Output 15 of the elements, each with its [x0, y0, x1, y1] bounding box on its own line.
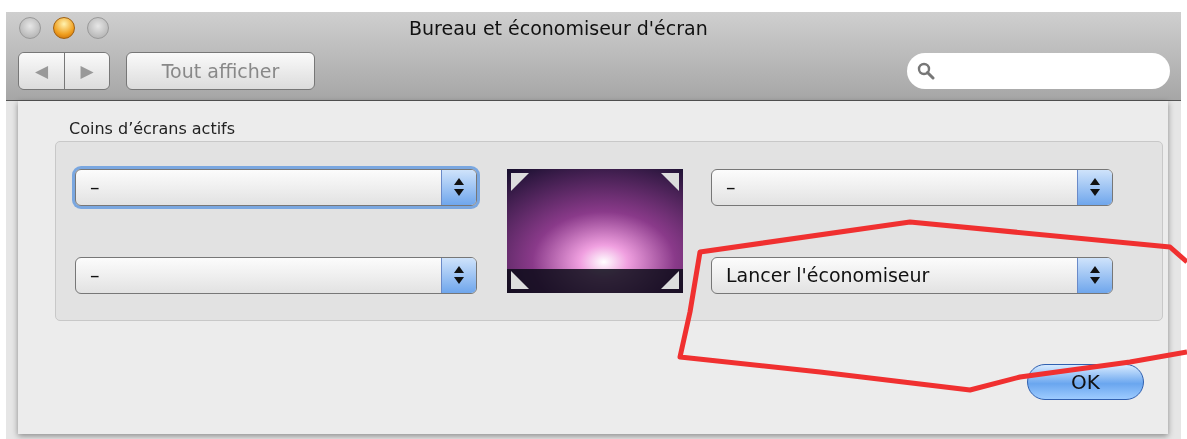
close-icon[interactable]	[19, 17, 41, 39]
corner-popup[interactable]: –	[711, 168, 1113, 206]
stepper-arrows-icon	[453, 264, 465, 286]
window-title: Bureau et économiseur d'écran	[409, 17, 708, 39]
corner-popup[interactable]: –	[75, 168, 477, 206]
stepper-arrows-icon	[1089, 176, 1101, 198]
search-icon	[917, 62, 935, 80]
search-field[interactable]	[907, 53, 1170, 89]
corner-popup[interactable]: –	[75, 256, 477, 294]
group-label: Coins d’écrans actifs	[69, 119, 237, 138]
corner-popup[interactable]: Lancer l'économiseur	[711, 256, 1113, 294]
stepper-arrows-icon	[1089, 264, 1101, 286]
minimize-icon[interactable]	[53, 17, 75, 39]
stepper-arrows-icon	[453, 176, 465, 198]
zoom-icon[interactable]	[87, 17, 109, 39]
